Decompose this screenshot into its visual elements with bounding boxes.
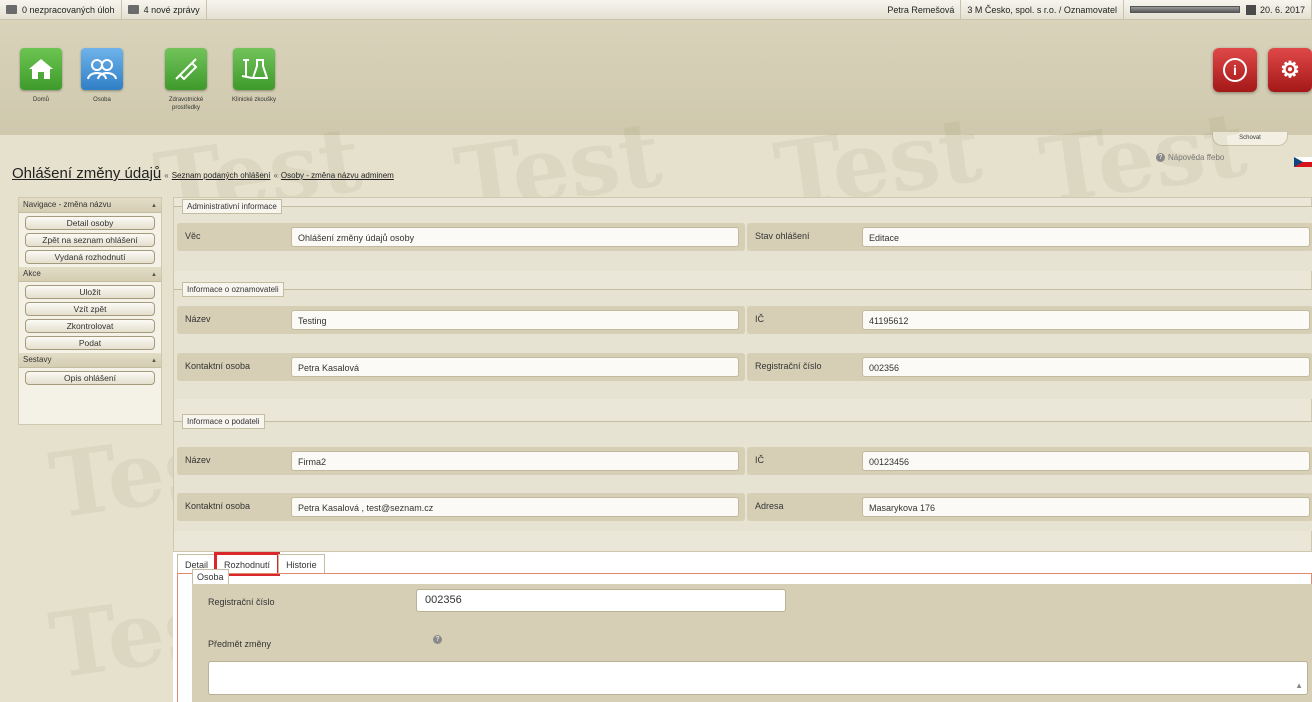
sidebar-item-report-copy[interactable]: Opis ohlášení (25, 371, 155, 385)
info-tooltip-icon[interactable]: ? (433, 635, 442, 644)
nav-clinical-trials-label: Klinické zkoušky (231, 97, 276, 103)
flask-icon (241, 59, 268, 79)
current-date: 20. 6. 2017 (1259, 4, 1305, 15)
submitter-info-section: Informace o podateli Název Firma2 IČ 001… (174, 414, 1312, 531)
session-indicator: 20. 6. 2017 (1124, 0, 1312, 19)
syringe-icon (175, 58, 198, 81)
sidebar-item-issued-decisions[interactable]: Vydaná rozhodnutí (25, 250, 155, 264)
breadcrumb-link-submissions[interactable]: Seznam podaných ohlášení (172, 171, 271, 180)
czech-flag-icon[interactable] (1294, 157, 1312, 167)
sidebar-section-actions[interactable]: Akce ▲ (19, 267, 161, 282)
status-value: Editace (862, 227, 1310, 247)
nav-clinical-trials-button[interactable] (233, 48, 275, 90)
hide-header-toggle[interactable]: Schovat (1212, 132, 1288, 146)
subject-value: Ohlášení změny údajů osoby (291, 227, 739, 247)
field-person-reg-number: Registrační číslo 002356 (192, 584, 1312, 622)
nav-medical-devices-button[interactable] (165, 48, 207, 90)
field-submitter-ic: IČ 00123456 (747, 447, 1312, 475)
messages-label: 4 nové zprávy (143, 4, 200, 15)
organization[interactable]: 3 M Česko, spol. s r.o. / Oznamovatel (961, 0, 1124, 19)
header: Domů Osoba Zdravotnické prostředky Klini… (0, 20, 1312, 135)
field-notifier-contact: Kontaktní osoba Petra Kasalová (177, 353, 745, 381)
nav-person-label: Osoba (93, 97, 111, 103)
tasks-label: 0 nezpracovaných úloh (22, 4, 115, 15)
person-reg-number-value: 002356 (416, 589, 786, 612)
field-submitter-address: Adresa Masarykova 176 (747, 493, 1312, 521)
tab-history[interactable]: Historie (278, 554, 325, 574)
scroll-up-icon[interactable]: ▲ (1295, 681, 1303, 690)
collapse-arrow-icon: ▲ (151, 272, 157, 278)
sidebar-section-reports[interactable]: Sestavy ▲ (19, 353, 161, 368)
page-title[interactable]: Ohlášení změny údajů (12, 165, 161, 182)
field-submitter-contact: Kontaktní osoba Petra Kasalová , test@se… (177, 493, 745, 521)
user-name[interactable]: Petra Remešová (881, 0, 962, 19)
nav-home-label: Domů (32, 97, 49, 103)
save-button[interactable]: Uložit (25, 285, 155, 299)
sidebar-item-detail-osoby[interactable]: Detail osoby (25, 216, 155, 230)
withdraw-button[interactable]: Vzít zpět (25, 302, 155, 316)
person-section: Registrační číslo 002356 Předmět změny ?… (192, 584, 1312, 702)
gear-icon: ⚙ (1280, 57, 1300, 82)
sidebar: Navigace - změna názvu ▲ Detail osoby Zpě… (18, 197, 162, 425)
sidebar-item-back-to-list[interactable]: Zpět na seznam ohlášení (25, 233, 155, 247)
info-icon: i (1223, 58, 1247, 82)
nav-home-button[interactable] (20, 48, 62, 90)
field-subject: Věc Ohlášení změny údajů osoby (177, 223, 745, 251)
check-button[interactable]: Zkontrolovat (25, 319, 155, 333)
help-icon: ? (1156, 153, 1165, 162)
person-legend: Osoba (192, 569, 229, 585)
field-notifier-name: Název Testing (177, 306, 745, 334)
info-button[interactable]: i (1213, 48, 1257, 92)
field-submitter-name: Název Firma2 (177, 447, 745, 475)
breadcrumb-link-person-rename[interactable]: Osoby - změna názvu adminem (281, 171, 394, 180)
collapse-arrow-icon: ▲ (151, 203, 157, 209)
admin-info-section: Administrativní informace Věc Ohlášení z… (174, 199, 1312, 271)
admin-info-legend: Administrativní informace (182, 199, 282, 214)
nav-medical-devices-label: Zdravotnické prostředky (168, 97, 204, 111)
field-change-subject: Předmět změny ? ▲ (192, 631, 1312, 702)
main-panel: Administrativní informace Věc Ohlášení z… (173, 197, 1312, 552)
nav-person-button[interactable] (81, 48, 123, 90)
change-subject-textarea[interactable]: ▲ (208, 661, 1308, 695)
collapse-arrow-icon: ▲ (151, 358, 157, 364)
messages-link[interactable]: 4 nové zprávy (122, 0, 207, 19)
tab-panel-detail: Osoba Registrační číslo 002356 Předmět z… (177, 569, 1312, 702)
settings-button[interactable]: ⚙ (1268, 48, 1312, 92)
notifier-info-legend: Informace o oznamovateli (182, 282, 284, 297)
field-notifier-ic: IČ 41195612 (747, 306, 1312, 334)
calendar-icon (1245, 4, 1256, 15)
messages-icon (127, 5, 139, 14)
session-progress (1129, 6, 1240, 13)
breadcrumb-separator: « (273, 171, 278, 180)
field-notifier-reg-number: Registrační číslo 002356 (747, 353, 1312, 381)
submitter-info-legend: Informace o podateli (182, 414, 265, 429)
tabs-area: Detail Rozhodnutí Historie Osoba Registr… (173, 552, 1312, 702)
tasks-icon (6, 5, 17, 14)
tasks-link[interactable]: 0 nezpracovaných úloh (0, 0, 122, 19)
submit-button[interactable]: Podat (25, 336, 155, 350)
help-label: Nápověda ffebo (1168, 153, 1225, 162)
notifier-info-section: Informace o oznamovateli Název Testing I… (174, 282, 1312, 399)
breadcrumb-separator: « (164, 171, 169, 180)
people-icon (87, 59, 117, 80)
help-link[interactable]: ? Nápověda ffebo (1156, 153, 1224, 162)
top-status-bar: 0 nezpracovaných úloh 4 nové zprávy Petr… (0, 0, 1312, 20)
breadcrumb: Ohlášení změny údajů « Seznam podaných o… (12, 165, 394, 182)
field-status: Stav ohlášení Editace (747, 223, 1312, 251)
home-icon (29, 59, 53, 79)
sidebar-section-navigation[interactable]: Navigace - změna názvu ▲ (19, 198, 161, 213)
